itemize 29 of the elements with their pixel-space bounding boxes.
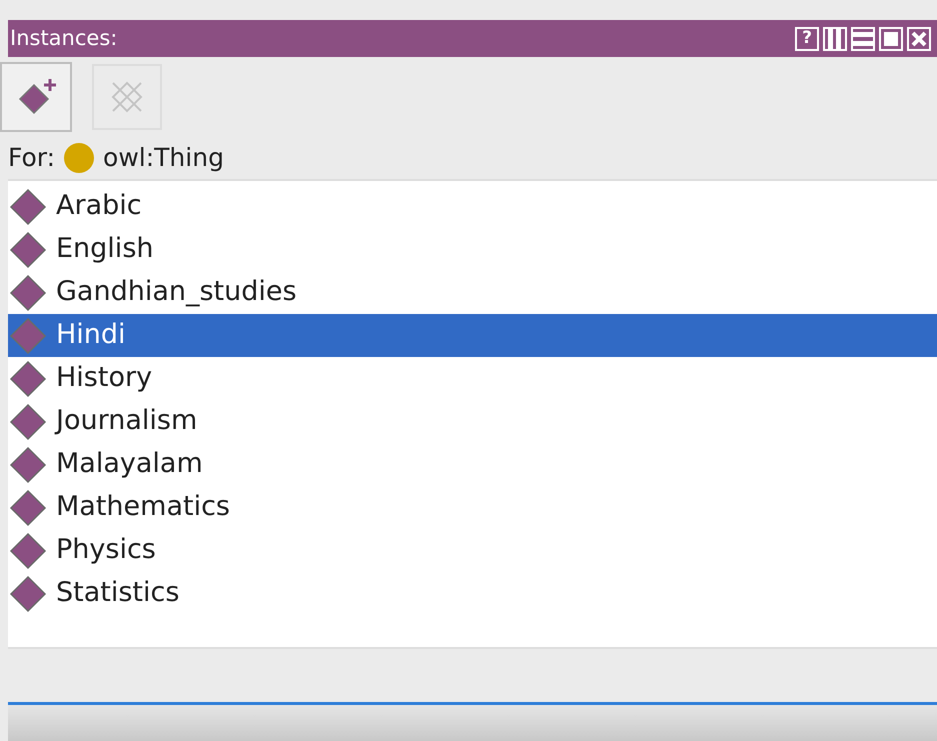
instance-item[interactable]: Journalism (8, 400, 937, 443)
add-instance-button[interactable] (0, 62, 72, 132)
for-label: For: (8, 142, 56, 174)
split-horizontal-button[interactable] (851, 26, 875, 50)
individual-icon (8, 574, 48, 614)
instance-item[interactable]: Gandhian_studies (8, 271, 937, 314)
individual-icon (8, 230, 48, 270)
instance-item[interactable]: Hindi (8, 314, 937, 357)
instance-item[interactable]: Statistics (8, 572, 937, 615)
instance-item[interactable]: Physics (8, 529, 937, 572)
window-title: Instances: (10, 24, 118, 52)
class-name: owl:Thing (103, 142, 224, 174)
individual-icon (8, 316, 48, 356)
help-button[interactable]: ? (795, 26, 819, 50)
split-vertical-button[interactable] (823, 26, 847, 50)
instance-item[interactable]: English (8, 228, 937, 271)
instance-item[interactable]: Malayalam (8, 443, 937, 486)
close-button[interactable] (907, 26, 931, 50)
instance-item[interactable]: Arabic (8, 185, 937, 228)
individual-icon (8, 488, 48, 528)
individual-icon (8, 186, 48, 226)
individual-icon (8, 444, 48, 484)
individual-icon (8, 530, 48, 570)
class-icon (63, 142, 96, 174)
maximize-button[interactable] (879, 26, 903, 50)
individual-icon (8, 402, 48, 442)
close-icon (909, 28, 929, 48)
instance-item[interactable]: Mathematics (8, 486, 937, 529)
instance-item[interactable]: History (8, 357, 937, 400)
